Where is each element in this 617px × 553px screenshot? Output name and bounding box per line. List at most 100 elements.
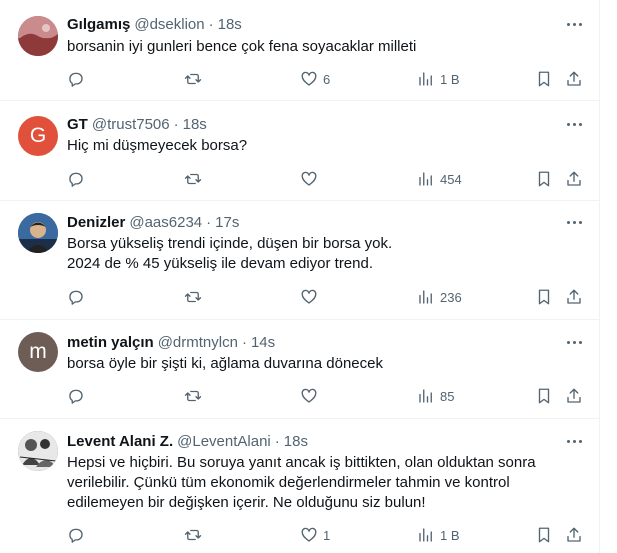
tweet[interactable]: Gılgamış @dseklion · 18s borsanin iyi gu… bbox=[0, 0, 600, 101]
like-button[interactable]: 6 bbox=[300, 69, 330, 89]
retweet-button[interactable] bbox=[184, 169, 202, 189]
photo-avatar-icon bbox=[18, 213, 58, 253]
tweet-text: borsa öyle bir şişti ki, ağlama duvarına… bbox=[67, 354, 567, 374]
views-chart-icon bbox=[419, 290, 432, 304]
like-button[interactable] bbox=[300, 169, 318, 189]
tweet-actions: 85 bbox=[67, 386, 587, 406]
bookmark-button[interactable] bbox=[535, 169, 553, 189]
views-button[interactable]: 85 bbox=[417, 386, 454, 406]
share-icon bbox=[567, 71, 581, 86]
avatar[interactable] bbox=[18, 431, 58, 471]
like-button[interactable] bbox=[300, 386, 318, 406]
views-button[interactable]: 1 B bbox=[417, 69, 460, 89]
view-count: 85 bbox=[440, 388, 455, 404]
share-icon bbox=[567, 527, 581, 542]
bookmark-button[interactable] bbox=[535, 525, 553, 545]
reply-feed: Gılgamış @dseklion · 18s borsanin iyi gu… bbox=[0, 0, 600, 553]
avatar[interactable]: G bbox=[18, 116, 58, 156]
reply-button[interactable] bbox=[67, 287, 85, 307]
bookmark-icon bbox=[538, 289, 550, 305]
tweet-text: Hiç mi düşmeyecek borsa? bbox=[67, 136, 567, 156]
views-chart-icon bbox=[419, 72, 432, 86]
avatar[interactable] bbox=[18, 213, 58, 253]
share-button[interactable] bbox=[565, 525, 583, 545]
bookmark-button[interactable] bbox=[535, 386, 553, 406]
views-button[interactable]: 1 B bbox=[417, 525, 460, 545]
views-button[interactable]: 236 bbox=[417, 287, 462, 307]
author-handle[interactable]: @dseklion bbox=[134, 16, 204, 33]
views-button[interactable]: 454 bbox=[417, 169, 462, 189]
tweet-text-line: edilemeyen bir değişken içerir. Ne olduğ… bbox=[67, 494, 426, 511]
separator-dot: · bbox=[173, 115, 179, 133]
tweet[interactable]: G GT @trust7506 · 18s Hiç mi düşmeyecek … bbox=[0, 101, 600, 201]
like-button[interactable]: 1 bbox=[300, 525, 330, 545]
more-options-icon[interactable] bbox=[563, 114, 585, 134]
author-name[interactable]: Levent Alani Z. bbox=[67, 433, 173, 450]
tweet-header: metin yalçın @drmtnylcn · 14s bbox=[67, 332, 275, 352]
reply-button[interactable] bbox=[67, 525, 85, 545]
author-handle[interactable]: @LeventAlani bbox=[177, 433, 271, 450]
share-button[interactable] bbox=[565, 386, 583, 406]
tweet[interactable]: m metin yalçın @drmtnylcn · 14s borsa öy… bbox=[0, 320, 600, 419]
tweet-text-line: borsa öyle bir şişti ki, ağlama duvarına… bbox=[67, 355, 383, 372]
avatar-letter: m bbox=[29, 340, 47, 363]
bookmark-icon bbox=[538, 527, 550, 543]
share-button[interactable] bbox=[565, 69, 583, 89]
avatar[interactable] bbox=[18, 16, 58, 56]
share-button[interactable] bbox=[565, 169, 583, 189]
share-button[interactable] bbox=[565, 287, 583, 307]
tweet-header: Gılgamış @dseklion · 18s bbox=[67, 14, 242, 34]
heart-icon bbox=[301, 171, 317, 186]
author-name[interactable]: metin yalçın bbox=[67, 334, 154, 351]
more-options-icon[interactable] bbox=[563, 332, 585, 352]
tweet-time[interactable]: 18s bbox=[218, 16, 242, 33]
heart-icon bbox=[301, 388, 317, 403]
view-count: 454 bbox=[440, 171, 462, 187]
reply-icon bbox=[69, 528, 83, 543]
retweet-button[interactable] bbox=[184, 525, 202, 545]
bookmark-icon bbox=[538, 71, 550, 87]
heart-icon bbox=[301, 289, 317, 304]
more-options-icon[interactable] bbox=[563, 431, 585, 451]
tweet-time[interactable]: 17s bbox=[215, 214, 239, 231]
author-handle[interactable]: @trust7506 bbox=[92, 116, 170, 133]
more-options-icon[interactable] bbox=[563, 212, 585, 232]
more-options-icon[interactable] bbox=[563, 14, 585, 34]
avatar-letter: G bbox=[29, 124, 47, 147]
like-button[interactable] bbox=[300, 287, 318, 307]
heart-icon bbox=[301, 527, 317, 542]
retweet-icon bbox=[184, 390, 202, 402]
bookmark-button[interactable] bbox=[535, 69, 553, 89]
retweet-button[interactable] bbox=[184, 386, 202, 406]
author-handle[interactable]: @aas6234 bbox=[129, 214, 202, 231]
heart-icon bbox=[301, 71, 317, 86]
photo-avatar-icon bbox=[18, 16, 58, 56]
separator-dot: · bbox=[208, 15, 214, 33]
author-handle[interactable]: @drmtnylcn bbox=[158, 334, 238, 351]
author-name[interactable]: GT bbox=[67, 116, 88, 133]
tweet-text: Hepsi ve hiçbiri. Bu soruya yanıt ancak … bbox=[67, 453, 567, 513]
author-name[interactable]: Denizler bbox=[67, 214, 125, 231]
tweet-time[interactable]: 18s bbox=[183, 116, 207, 133]
retweet-button[interactable] bbox=[184, 287, 202, 307]
tweet-text-line: Hepsi ve hiçbiri. Bu soruya yanıt ancak … bbox=[67, 454, 536, 471]
view-count: 1 B bbox=[440, 527, 460, 543]
reply-button[interactable] bbox=[67, 69, 85, 89]
reply-button[interactable] bbox=[67, 386, 85, 406]
retweet-button[interactable] bbox=[184, 69, 202, 89]
tweet-time[interactable]: 18s bbox=[284, 433, 308, 450]
tweet-time[interactable]: 14s bbox=[251, 334, 275, 351]
bookmark-icon bbox=[538, 171, 550, 187]
tweet-header: Denizler @aas6234 · 17s bbox=[67, 212, 239, 232]
share-icon bbox=[567, 171, 581, 186]
tweet-actions: 6 1 B bbox=[67, 69, 587, 89]
retweet-icon bbox=[184, 73, 202, 85]
like-count: 1 bbox=[323, 527, 331, 543]
bookmark-button[interactable] bbox=[535, 287, 553, 307]
reply-button[interactable] bbox=[67, 169, 85, 189]
tweet[interactable]: Levent Alani Z. @LeventAlani · 18s Hepsi… bbox=[0, 419, 600, 553]
tweet[interactable]: Denizler @aas6234 · 17s Borsa yükseliş t… bbox=[0, 201, 600, 320]
author-name[interactable]: Gılgamış bbox=[67, 16, 130, 33]
avatar[interactable]: m bbox=[18, 332, 58, 372]
tweet-header: Levent Alani Z. @LeventAlani · 18s bbox=[67, 431, 308, 451]
